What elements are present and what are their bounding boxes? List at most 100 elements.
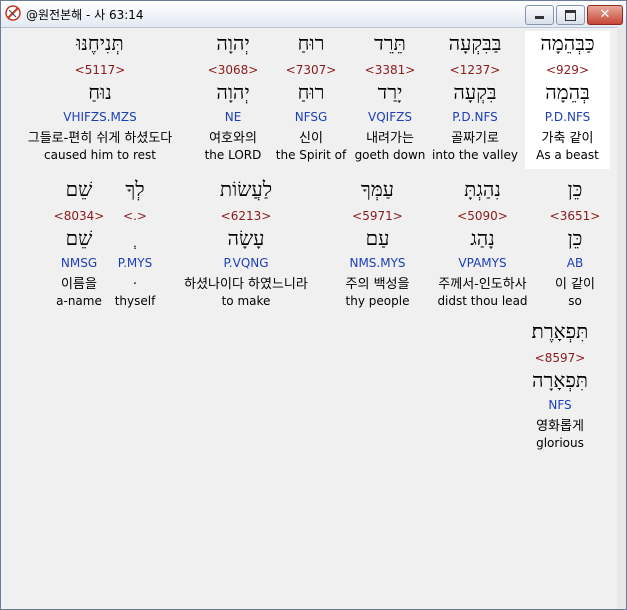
word-cell[interactable]: שֵׁם <8034> שֵׁם NMSG 이름을 a-name xyxy=(49,177,109,315)
strong-number[interactable]: <1237> xyxy=(425,63,525,77)
strong-number[interactable]: <7307> xyxy=(271,63,351,77)
hebrew-word: עַמְּךָ xyxy=(361,177,394,201)
window-title: @원전본해 - 사 63:14 xyxy=(26,8,144,22)
english-gloss: the LORD xyxy=(204,148,262,162)
word-cell[interactable]: תֵּרֵד <3381> יָרַד VQIFZS 내려가는 goeth down xyxy=(350,31,430,169)
strong-number[interactable]: <6213> xyxy=(161,209,331,223)
parsing-code: P.MYS xyxy=(117,256,153,270)
parsing-code: P.VQNG xyxy=(223,256,269,270)
english-gloss: caused him to rest xyxy=(44,148,156,162)
korean-gloss: 하셨나이다 하였느니라 xyxy=(184,277,308,292)
parsing-code: VHIFZS.MZS xyxy=(63,110,137,124)
english-gloss: a-name xyxy=(56,294,102,308)
parsing-code: NMSG xyxy=(60,256,98,270)
english-gloss: didst thou lead xyxy=(437,294,528,308)
english-gloss: As a beast xyxy=(536,148,599,162)
parsing-code: NMS.MYS xyxy=(349,256,406,270)
strong-number[interactable]: <8597> xyxy=(510,351,610,365)
korean-gloss: . xyxy=(132,273,138,288)
lemma-word: כֵּן xyxy=(567,226,583,250)
lemma-word: רוּחַ xyxy=(297,80,325,104)
english-gloss: glorious xyxy=(536,436,584,450)
korean-gloss: 이 같이 xyxy=(554,277,595,292)
english-gloss: to make xyxy=(221,294,271,308)
lemma-word: עָשָׂה xyxy=(227,226,265,250)
word-cell[interactable]: רוּחַ <7307> רוּחַ NFSG 신이 the Spirit of xyxy=(271,31,351,169)
strong-number[interactable]: <3068> xyxy=(195,63,271,77)
word-cell[interactable]: תִּפְאָרֶת׃ <8597> תִּפְאָרָה NFS 영화롭게 glorio… xyxy=(510,319,610,457)
hebrew-word: כַּבְּהֵמָה xyxy=(540,31,595,55)
word-cell[interactable]: תְּנִיחֶנּוּ <5117> נוּחַ VHIFZS.MZS 그들로-편히 … xyxy=(9,31,191,169)
lemma-word: נָהַג xyxy=(470,226,495,250)
english-gloss: goeth down xyxy=(354,148,426,162)
strong-number[interactable]: <3651> xyxy=(540,209,610,223)
korean-gloss: 신이 xyxy=(299,131,323,146)
hebrew-word: רוּחַ xyxy=(297,31,325,55)
interlinear-panel: כַּבְּהֵמָה <929> בְּהֵמָה P.D.NFS 가축 같이 As a… xyxy=(5,31,621,605)
lemma-word: נוּחַ xyxy=(88,80,112,104)
korean-gloss: 영화롭게 xyxy=(536,419,584,434)
strong-number[interactable]: <8034> xyxy=(49,209,109,223)
korean-gloss: 여호와의 xyxy=(209,131,257,146)
lemma-word: ְ xyxy=(109,226,161,251)
strong-number[interactable]: <3381> xyxy=(350,63,430,77)
hebrew-word: בַּבִּקְעָה xyxy=(448,31,502,55)
app-window: @원전본해 - 사 63:14 ✕ כַּבְּהֵמָה <929> בְּהֵמ… xyxy=(0,0,627,610)
hebrew-word: תִּפְאָרֶת׃ xyxy=(531,319,589,343)
korean-gloss: 주께서-인도하사 xyxy=(438,277,527,292)
parsing-code: VQIFZS xyxy=(368,110,412,124)
word-cell[interactable]: יְהוָה <3068> יְהוָה NE 여호와의 the LORD xyxy=(195,31,271,169)
hebrew-word: כֵּן xyxy=(567,177,583,201)
hebrew-word: נִהַגְתָּ xyxy=(464,177,501,201)
lemma-word: שֵׁם xyxy=(65,226,93,250)
maximize-icon xyxy=(565,10,576,21)
lemma-word: יְהוָה xyxy=(216,80,250,104)
word-cell[interactable]: כַּבְּהֵמָה <929> בְּהֵמָה P.D.NFS 가축 같이 As a… xyxy=(525,31,610,169)
strong-number[interactable]: <5090> xyxy=(425,209,540,223)
hebrew-word: לְךָ xyxy=(125,177,145,201)
close-icon: ✕ xyxy=(599,7,611,22)
word-cell[interactable]: עַמְּךָ <5971> עַם NMS.MYS 주의 백성을 thy people xyxy=(330,177,425,315)
strong-number[interactable]: <5971> xyxy=(330,209,425,223)
english-gloss: so xyxy=(568,294,582,308)
minimize-icon xyxy=(535,16,544,19)
english-gloss: the Spirit of xyxy=(275,148,347,162)
parsing-code: P.D.NFS xyxy=(452,110,498,124)
parsing-code: AB xyxy=(566,256,584,270)
word-cell[interactable]: לְךָ <.>ְ P.MYS. thyself xyxy=(109,177,161,315)
word-cell[interactable]: לַעֲשׂוֹת <6213> עָשָׂה P.VQNG 하셨나이다 하였느니라 to… xyxy=(161,177,331,315)
korean-gloss: 내려가는 xyxy=(366,131,414,146)
word-cell[interactable]: כֵּן <3651> כֵּן AB 이 같이 so xyxy=(540,177,610,315)
word-cell[interactable]: נִהַגְתָּ <5090> נָהַג VPAMYS 주께서-인도하사 didst … xyxy=(425,177,540,315)
scrollbar-track[interactable] xyxy=(617,27,626,609)
lemma-word: בִּקְעָה xyxy=(453,80,497,104)
lemma-word: עַם xyxy=(365,226,390,250)
app-logo-icon xyxy=(5,5,21,21)
korean-gloss: 골짜기로 xyxy=(451,131,499,146)
minimize-button[interactable] xyxy=(525,5,554,25)
english-gloss: thyself xyxy=(114,294,156,308)
maximize-button[interactable] xyxy=(556,5,585,25)
parsing-code: VPAMYS xyxy=(458,256,507,270)
hebrew-word: תְּנִיחֶנּוּ xyxy=(76,31,124,55)
word-cell[interactable]: בַּבִּקְעָה <1237> בִּקְעָה P.D.NFS 골짜기로 into… xyxy=(425,31,525,169)
korean-gloss: 주의 백성을 xyxy=(345,277,410,292)
hebrew-word: יְהוָה xyxy=(216,31,250,55)
hebrew-word: תֵּרֵד xyxy=(374,31,406,55)
korean-gloss: 그들로-편히 쉬게 하셨도다 xyxy=(27,131,173,146)
lemma-word: יָרַד xyxy=(377,80,403,104)
strong-number[interactable]: <.> xyxy=(109,209,161,223)
title-bar[interactable]: @원전본해 - 사 63:14 ✕ xyxy=(1,1,626,28)
korean-gloss: 가축 같이 xyxy=(541,131,594,146)
close-button[interactable]: ✕ xyxy=(587,5,623,25)
hebrew-word: שֵׁם xyxy=(65,177,93,201)
korean-gloss: 이름을 xyxy=(61,277,97,292)
english-gloss: thy people xyxy=(345,294,410,308)
lemma-word: תִּפְאָרָה xyxy=(531,368,588,392)
strong-number[interactable]: <5117> xyxy=(9,63,191,77)
strong-number[interactable]: <929> xyxy=(525,63,610,77)
parsing-code: NE xyxy=(224,110,242,124)
lemma-word: בְּהֵמָה xyxy=(545,80,590,104)
parsing-code: P.D.NFS xyxy=(544,110,591,124)
parsing-code: NFSG xyxy=(294,110,328,124)
